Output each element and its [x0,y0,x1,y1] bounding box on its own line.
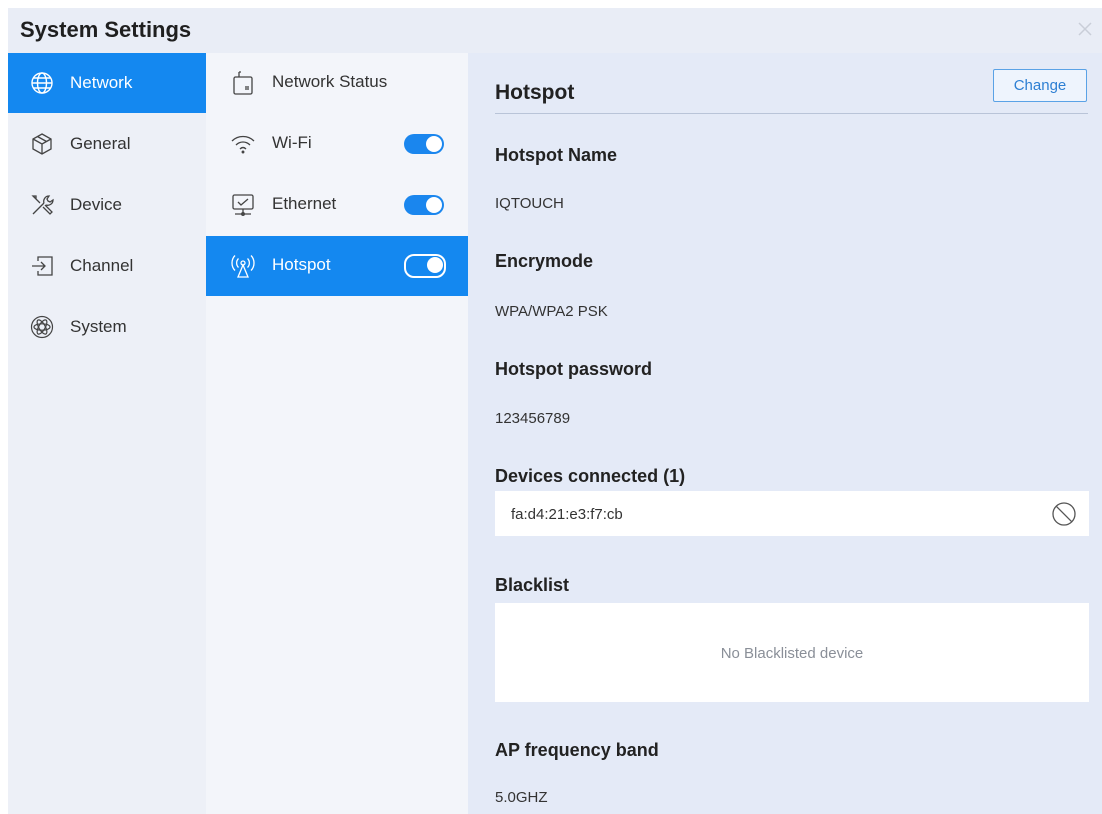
ap-band-value: 5.0GHZ [495,789,548,806]
hotspot-name-value: IQTOUCH [495,195,564,212]
subnav-label: Hotspot [272,255,331,274]
page-title: Hotspot [495,81,575,104]
category-network[interactable]: Network [8,53,206,113]
blacklist-box: No Blacklisted device [495,603,1089,702]
blacklist-label: Blacklist [495,575,570,595]
category-label: System [70,317,127,336]
wifi-icon [231,135,255,154]
subnav-ethernet[interactable]: Ethernet [206,175,468,235]
encrymode-label: Encrymode [495,251,594,271]
input-icon [32,256,53,276]
subnav-label: Network Status [272,72,388,91]
ap-band-label: AP frequency band [495,740,659,760]
category-general[interactable]: General [8,114,206,174]
hotspot-panel: Hotspot Change Hotspot Name IQTOUCH Encr… [468,53,1102,814]
category-channel[interactable]: Channel [8,236,206,296]
hotspot-password-label: Hotspot password [495,359,653,379]
subnav-wifi[interactable]: Wi-Fi [206,114,468,174]
globe-icon [31,72,53,94]
toggle-knob [427,257,443,273]
tools-icon [31,195,54,215]
subnav-hotspot[interactable]: Hotspot [206,236,468,296]
subnav-label: Wi-Fi [272,133,312,152]
blacklist-empty-text: No Blacklisted device [720,645,864,662]
category-label: Network [70,73,133,92]
close-icon[interactable] [1074,18,1096,40]
devices-connected-label: Devices connected (1) [495,466,686,486]
atom-icon [30,315,54,339]
settings-window: System Settings Network General Device C… [8,8,1102,814]
category-label: General [70,134,131,153]
category-label: Device [70,195,122,214]
hotspot-toggle[interactable] [404,254,446,278]
toggle-knob [426,197,442,213]
router-icon [233,71,253,95]
category-label: Channel [70,256,134,275]
encrymode-value: WPA/WPA2 PSK [495,303,608,320]
device-mac: fa:d4:21:e3:f7:cb [511,506,623,523]
title-divider [495,113,1088,114]
wifi-toggle[interactable] [404,134,444,154]
category-system[interactable]: System [8,297,206,357]
change-button[interactable]: Change [993,69,1087,102]
title-bar: System Settings [8,8,1102,53]
block-icon[interactable] [1051,501,1077,527]
ethernet-icon [232,194,254,216]
connected-device-row: fa:d4:21:e3:f7:cb [495,491,1089,536]
category-sidebar: Network General Device Channel System [8,53,206,814]
category-device[interactable]: Device [8,175,206,235]
subnav-label: Ethernet [272,194,337,213]
hotspot-name-label: Hotspot Name [495,145,618,165]
toggle-knob [426,136,442,152]
hotspot-password-value: 123456789 [495,410,571,427]
window-title: System Settings [20,17,192,42]
subnav-network-status[interactable]: Network Status [206,53,468,113]
network-subnav: Network Status Wi-Fi Ethernet Hotspot [206,53,468,814]
ethernet-toggle[interactable] [404,195,444,215]
cube-icon [32,133,52,155]
hotspot-icon [231,255,255,278]
